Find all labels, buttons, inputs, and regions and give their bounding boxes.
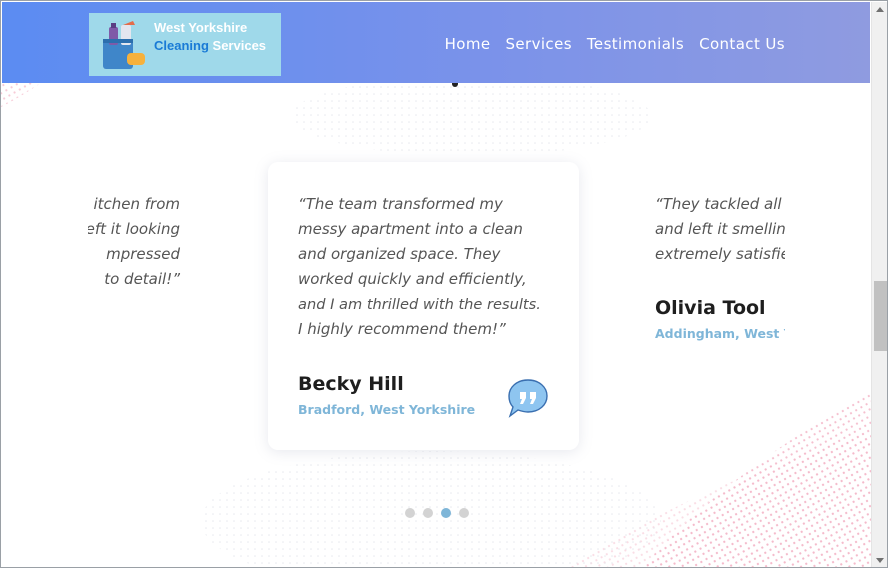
- testimonial-location: Bradford, West Yorkshire: [298, 402, 476, 417]
- pagination-dot-3[interactable]: [441, 508, 451, 518]
- nav-contact-us[interactable]: Contact Us: [699, 35, 785, 53]
- testimonial-line: I highly recommend them!”: [298, 320, 506, 338]
- logo-line-1: West Yorkshire: [154, 20, 248, 35]
- testimonial-author-name: Becky Hill: [298, 373, 404, 395]
- pagination-dot-2[interactable]: [423, 508, 433, 518]
- site-logo[interactable]: West Yorkshire Cleaning Services: [89, 13, 281, 76]
- testimonial-author-name: Olivia Tool: [655, 297, 766, 319]
- testimonial-line: worked quickly and efficiently,: [298, 270, 527, 288]
- testimonial-text: “They tackled all t and left it smellin …: [655, 192, 785, 267]
- testimonial-line: and organized space. They: [298, 245, 501, 263]
- scrollbar-thumb[interactable]: [874, 281, 887, 351]
- site-header: West Yorkshire Cleaning Services Home Se…: [2, 2, 870, 83]
- scroll-down-arrow-icon[interactable]: [876, 558, 884, 563]
- testimonial-line: itchen from: [93, 195, 180, 213]
- vertical-scrollbar[interactable]: [871, 2, 887, 567]
- testimonial-line: and I am thrilled with the results.: [298, 296, 541, 313]
- main-nav: Home Services Testimonials Contact Us: [445, 35, 785, 53]
- nav-testimonials[interactable]: Testimonials: [587, 35, 684, 53]
- browser-viewport: West Yorkshire Cleaning Services Home Se…: [0, 0, 888, 568]
- testimonial-text: itchen from eft it looking mpressed to d…: [88, 192, 180, 292]
- testimonial-card-active[interactable]: “The team transformed my messy apartment…: [268, 162, 579, 450]
- testimonial-line: eft it looking: [88, 220, 180, 238]
- testimonial-text: “The team transformed my messy apartment…: [298, 192, 558, 342]
- testimonial-line: messy apartment into a clean: [298, 220, 523, 238]
- pagination-dot-1[interactable]: [405, 508, 415, 518]
- section-heading-fragment: [448, 83, 462, 87]
- scroll-up-arrow-icon[interactable]: [876, 7, 884, 12]
- testimonial-line: mpressed: [106, 245, 180, 263]
- logo-word-services: Services: [212, 38, 267, 53]
- nav-home[interactable]: Home: [445, 35, 491, 53]
- testimonial-card-next[interactable]: “They tackled all t and left it smellin …: [655, 141, 785, 431]
- testimonial-line: to detail!”: [104, 270, 180, 288]
- testimonial-line: and left it smellin: [655, 220, 785, 238]
- slider-pagination: [405, 508, 469, 518]
- logo-word-cleaning: Cleaning: [154, 38, 209, 53]
- testimonial-slider: itchen from eft it looking mpressed to d…: [88, 141, 785, 481]
- quote-bubble-icon: [508, 379, 548, 418]
- testimonial-line: extremely satisfie: [655, 245, 785, 263]
- logo-line-2: Cleaning Services: [154, 38, 266, 53]
- testimonial-card-previous[interactable]: itchen from eft it looking mpressed to d…: [88, 141, 198, 431]
- pagination-dot-4[interactable]: [459, 508, 469, 518]
- testimonial-location: Addingham, West Yo: [655, 326, 785, 341]
- nav-services[interactable]: Services: [505, 35, 571, 53]
- cleaning-supplies-icon: [103, 21, 145, 69]
- testimonial-line: “The team transformed my: [298, 195, 503, 213]
- testimonial-line: “They tackled all t: [655, 195, 785, 213]
